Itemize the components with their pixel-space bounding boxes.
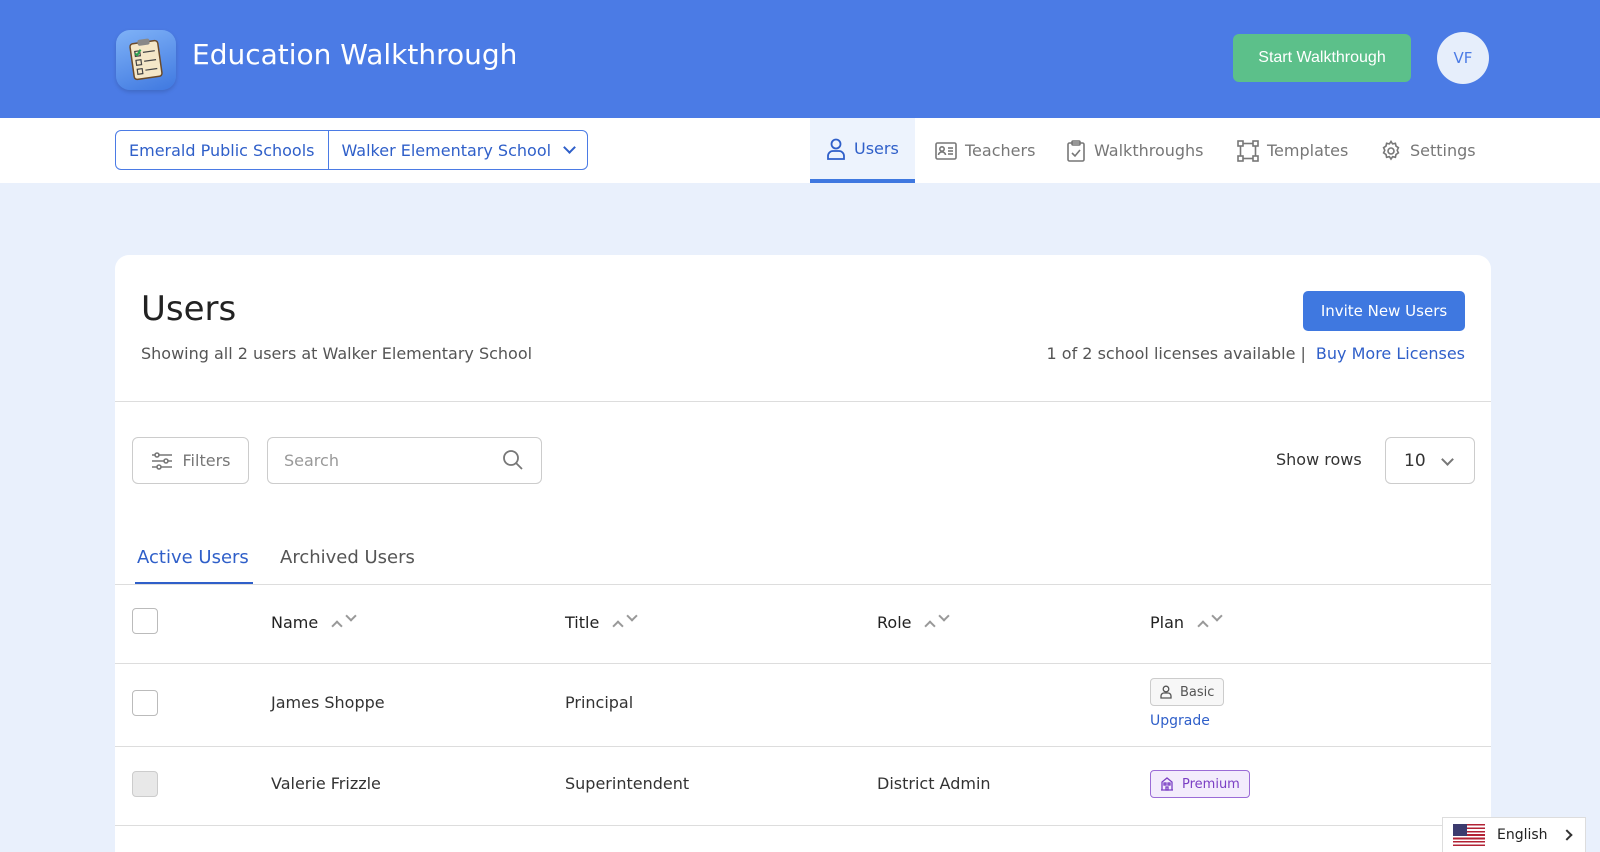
column-header-title[interactable]: Title [565,609,639,632]
rows-per-page-select[interactable]: 10 [1385,437,1475,484]
column-header-plan-label: Plan [1150,613,1185,632]
tab-settings-label: Settings [1410,141,1476,160]
us-flag-icon [1453,824,1485,846]
school-dropdown-label: Walker Elementary School [341,140,552,160]
district-selector[interactable]: Emerald Public Schools [116,131,328,169]
upgrade-link[interactable]: Upgrade [1150,713,1210,729]
column-header-title-label: Title [565,613,600,632]
cell-name: Valerie Frizzle [271,774,381,793]
sort-icon[interactable] [923,609,951,632]
rows-per-page-value: 10 [1404,450,1426,471]
license-summary: 1 of 2 school licenses available | Buy Mo… [1047,344,1465,363]
column-header-role[interactable]: Role [877,609,951,632]
column-header-role-label: Role [877,613,912,632]
start-walkthrough-button[interactable]: Start Walkthrough [1233,34,1411,82]
row-checkbox [132,771,158,797]
tab-settings[interactable]: Settings [1380,118,1476,183]
tab-teachers[interactable]: Teachers [935,118,1035,183]
row-divider [115,825,1491,826]
tab-active-users[interactable]: Active Users [137,547,249,568]
chevron-right-icon [1561,829,1573,841]
cell-title: Principal [565,693,634,712]
sliders-icon [151,451,172,470]
cell-title: Superintendent [565,774,690,793]
buy-more-licenses-link[interactable]: Buy More Licenses [1316,344,1465,363]
tab-users[interactable]: Users [810,118,915,183]
column-header-name-label: Name [271,613,319,632]
users-card: Users Showing all 2 users at Walker Elem… [115,255,1491,852]
tab-walkthroughs-label: Walkthroughs [1094,141,1204,160]
id-card-icon [935,141,957,160]
plan-badge-basic: Basic [1150,678,1225,706]
plan-badge-premium: Premium [1150,770,1250,798]
tab-users-label: Users [854,139,899,158]
school-selector[interactable]: Emerald Public Schools Walker Elementary… [115,130,589,170]
filters-label: Filters [182,451,231,470]
row-divider [115,746,1491,747]
template-frame-icon [1237,139,1259,162]
header-divider [115,401,1491,402]
user-avatar[interactable]: VF [1437,32,1489,84]
tab-walkthroughs[interactable]: Walkthroughs [1066,118,1204,183]
language-selector[interactable]: English [1442,817,1586,852]
sort-icon[interactable] [1196,609,1224,632]
language-label: English [1497,827,1548,843]
column-header-name[interactable]: Name [271,609,358,632]
sort-icon[interactable] [611,609,639,632]
plan-badge-label: Basic [1180,684,1215,700]
search-icon [503,450,523,470]
table-header-divider [115,663,1491,664]
filters-button[interactable]: Filters [132,437,249,484]
building-icon [1161,777,1173,791]
tabs-divider [115,584,1491,585]
tab-teachers-label: Teachers [965,141,1036,160]
page-subtitle: Showing all 2 users at Walker Elementary… [141,344,533,363]
app-header: Education Walkthrough Start Walkthrough … [0,0,1600,118]
column-header-plan[interactable]: Plan [1150,609,1224,632]
invite-new-users-button[interactable]: Invite New Users [1303,291,1465,331]
plan-badge-label: Premium [1182,776,1240,792]
license-count-text: 1 of 2 school licenses available | [1046,344,1306,363]
user-icon [1160,685,1172,699]
show-rows-label: Show rows [1276,450,1362,469]
cell-role: District Admin [877,774,991,793]
app-title: Education Walkthrough [192,38,518,71]
select-all-checkbox[interactable] [132,608,158,634]
row-checkbox[interactable] [132,690,158,716]
tab-templates[interactable]: Templates [1237,118,1348,183]
school-dropdown[interactable]: Walker Elementary School [327,131,588,169]
tab-archived-users[interactable]: Archived Users [280,547,415,568]
sort-icon[interactable] [330,609,358,632]
tab-templates-label: Templates [1267,141,1349,160]
cell-name: James Shoppe [271,693,385,712]
chevron-down-icon [1441,453,1454,466]
chevron-down-icon [563,141,576,154]
sub-navigation: Emerald Public Schools Walker Elementary… [0,118,1600,183]
clipboard-check-icon [1067,139,1085,162]
clipboard-logo-icon [116,30,176,90]
page-title: Users [141,289,237,329]
user-icon [827,138,845,160]
gear-icon [1382,139,1400,161]
search-input[interactable] [267,437,542,484]
